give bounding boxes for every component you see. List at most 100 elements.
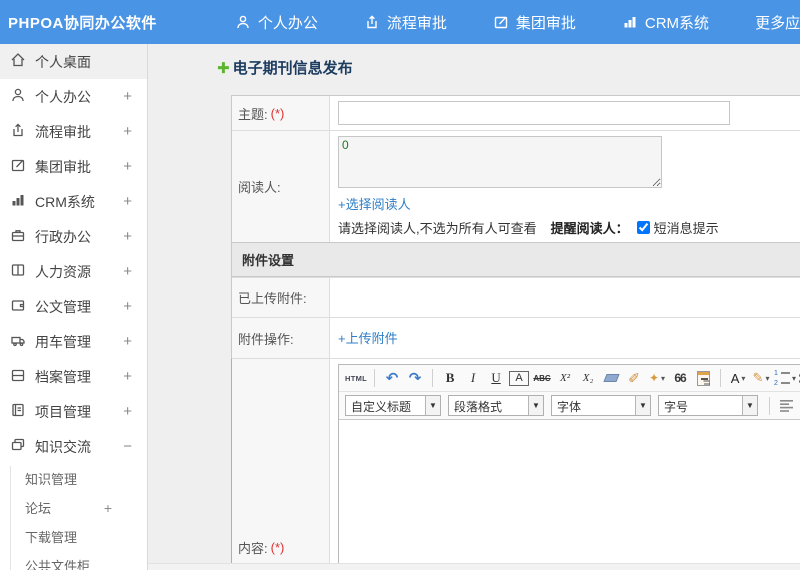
publish-form: 主题: (*) 阅读人: 0 +选择阅读人 请选择阅读人,不选为所有人可查看 提…: [231, 95, 800, 570]
subscript-button[interactable]: X₂: [578, 368, 598, 388]
undo-icon[interactable]: ↶: [382, 368, 402, 388]
nav-crm-system[interactable]: CRM系统: [622, 12, 709, 33]
autotypeset-dropdown[interactable]: ✦ ▾: [647, 368, 667, 388]
expand-plus-icon[interactable]: +: [123, 333, 132, 350]
sidebar-item-hr[interactable]: 人力资源 +: [0, 254, 147, 289]
horizontal-scrollbar[interactable]: [148, 563, 800, 570]
sidebar-subitem-downloads[interactable]: 下载管理: [0, 522, 147, 551]
expand-plus-icon[interactable]: +: [123, 403, 132, 420]
highlight-pen-icon: ✎: [752, 370, 764, 385]
ordered-list-icon: 1 2: [774, 370, 791, 387]
attachment-ops-row: 附件操作: +上传附件: [232, 317, 800, 358]
ordered-list-dropdown[interactable]: 1 2 ▾: [774, 368, 796, 388]
format-brush-icon[interactable]: ✐: [624, 368, 644, 388]
readers-row: 阅读人: 0 +选择阅读人 请选择阅读人,不选为所有人可查看 提醒阅读人： 短消…: [232, 130, 800, 242]
truck-icon: [10, 332, 26, 351]
expand-plus-icon[interactable]: +: [123, 88, 132, 105]
chevron-down-icon: ▼: [742, 396, 757, 415]
sidebar-item-vehicle[interactable]: 用车管理 +: [0, 324, 147, 359]
folder-icon: [10, 297, 26, 316]
sidebar-subitem-knowledge-mgmt[interactable]: 知识管理: [0, 464, 147, 493]
uploaded-attachments-label: 已上传附件:: [238, 291, 307, 306]
expand-plus-icon[interactable]: +: [123, 123, 132, 140]
italic-button[interactable]: I: [463, 368, 483, 388]
strikethrough-button[interactable]: ABC: [532, 368, 552, 388]
sms-remind-label: 短消息提示: [653, 221, 719, 236]
sidebar-item-documents[interactable]: 公文管理 +: [0, 289, 147, 324]
font-style-button[interactable]: A: [509, 370, 530, 386]
editor-toolbar-row1: HTML ↶ ↷ B I U A ABC X² X₂ ✐ ✦ ▾ 66 A ▾ …: [339, 365, 800, 392]
highlight-color-dropdown[interactable]: ✎ ▾: [751, 368, 771, 388]
sidebar-item-archives[interactable]: 档案管理 +: [0, 359, 147, 394]
nav-personal-office[interactable]: 个人办公: [235, 12, 318, 33]
eraser-icon[interactable]: [601, 368, 621, 388]
bold-button[interactable]: B: [440, 368, 460, 388]
edit-icon: [493, 14, 509, 30]
home-icon: [10, 52, 26, 71]
sidebar-item-knowledge[interactable]: 知识交流 −: [0, 429, 147, 464]
expand-plus-icon[interactable]: +: [123, 263, 132, 280]
readers-label: 阅读人:: [238, 180, 281, 195]
underline-button[interactable]: U: [486, 368, 506, 388]
subject-label: 主题:: [238, 106, 268, 122]
custom-title-select[interactable]: 自定义标题 ▼: [345, 395, 441, 416]
superscript-button[interactable]: X²: [555, 368, 575, 388]
notebook-icon: [10, 402, 26, 421]
chevron-down-icon: ▼: [425, 396, 440, 415]
sidebar-item-personal-office[interactable]: 个人办公 +: [0, 79, 147, 114]
blockquote-button[interactable]: 66: [670, 368, 690, 388]
app-header: PHPOA协同办公软件 个人办公 流程审批 集团审批 CRM系统 更多应用 ▼: [0, 0, 800, 44]
bar-chart-icon: [10, 192, 26, 211]
sidebar-item-group-approval[interactable]: 集团审批 +: [0, 149, 147, 184]
edit-icon: [10, 157, 26, 176]
upload-attachment-link[interactable]: +上传附件: [338, 328, 398, 347]
expand-plus-icon[interactable]: +: [123, 298, 132, 315]
select-readers-link[interactable]: +选择阅读人: [338, 194, 411, 213]
sidebar-subitem-public-cabinet[interactable]: 公共文件柜: [0, 551, 147, 570]
briefcase-icon: [10, 227, 26, 246]
uploaded-attachments-row: 已上传附件:: [232, 277, 800, 317]
chevron-down-icon: ▼: [635, 396, 650, 415]
subject-input[interactable]: [338, 101, 730, 125]
expand-plus-icon[interactable]: +: [123, 193, 132, 210]
attachment-section-header: 附件设置: [232, 242, 800, 277]
align-left-icon[interactable]: [777, 396, 797, 416]
sidebar: 个人桌面 个人办公 + 流程审批 + 集团审批 + CRM系统 + 行政办公 +: [0, 44, 148, 570]
editor-content-area[interactable]: [339, 420, 800, 570]
bar-chart-icon: [622, 14, 638, 30]
sidebar-item-admin-office[interactable]: 行政办公 +: [0, 219, 147, 254]
expand-plus-icon[interactable]: +: [123, 368, 132, 385]
readers-textarea[interactable]: 0: [338, 136, 662, 188]
nav-workflow-approval[interactable]: 流程审批: [364, 12, 447, 33]
green-plus-icon: ✚: [217, 59, 230, 77]
font-family-select[interactable]: 字体 ▼: [551, 395, 651, 416]
paste-plain-icon[interactable]: [693, 368, 713, 388]
chat-squares-icon: [10, 437, 26, 456]
subject-row: 主题: (*): [232, 96, 800, 130]
user-icon: [10, 87, 26, 106]
redo-icon[interactable]: ↷: [405, 368, 425, 388]
top-navigation: 个人办公 流程审批 集团审批 CRM系统 更多应用 ▼: [235, 12, 800, 33]
nav-more-apps[interactable]: 更多应用 ▼: [755, 12, 800, 33]
sidebar-item-projects[interactable]: 项目管理 +: [0, 394, 147, 429]
font-color-dropdown[interactable]: A ▾: [728, 368, 748, 388]
expand-plus-icon[interactable]: +: [123, 228, 132, 245]
sms-remind-checkbox[interactable]: [636, 221, 650, 234]
sidebar-item-desktop[interactable]: 个人桌面: [0, 44, 147, 79]
expand-plus-icon[interactable]: +: [123, 158, 132, 175]
font-size-select[interactable]: 字号 ▼: [658, 395, 758, 416]
editor-toolbar-row2: 自定义标题 ▼ 段落格式 ▼ 字体 ▼ 字号 ▼: [339, 392, 800, 420]
sidebar-item-workflow-approval[interactable]: 流程审批 +: [0, 114, 147, 149]
sidebar-item-crm[interactable]: CRM系统 +: [0, 184, 147, 219]
nav-group-approval[interactable]: 集团审批: [493, 12, 576, 33]
main-area: ✚ 电子期刊信息发布 主题: (*) 阅读人: 0 +选择阅读人 请选择阅读人,…: [148, 44, 800, 570]
share-out-icon: [10, 122, 26, 141]
paragraph-format-select[interactable]: 段落格式 ▼: [448, 395, 544, 416]
sidebar-subitem-forum[interactable]: 论坛 +: [0, 493, 147, 522]
archive-box-icon: [10, 367, 26, 386]
remind-readers-label: 提醒阅读人：: [550, 221, 629, 236]
source-code-button[interactable]: HTML: [345, 368, 367, 388]
magic-wand-icon: ✦: [648, 371, 660, 385]
expand-plus-icon[interactable]: +: [104, 500, 112, 516]
collapse-minus-icon[interactable]: −: [123, 438, 132, 455]
